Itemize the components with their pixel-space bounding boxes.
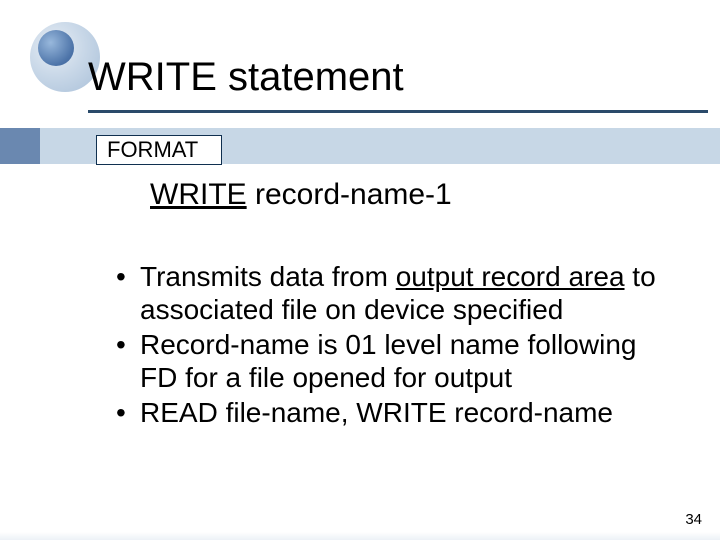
bullet-text-underline: output record area [396,261,625,292]
slide: WRITE statement FORMAT WRITE record-name… [0,0,720,540]
list-item: Transmits data from output record area t… [116,260,680,326]
page-number: 34 [685,511,702,528]
bullet-text-pre: READ file-name, WRITE record-name [140,397,613,428]
footer-gradient [0,532,720,540]
bullet-text-pre: Transmits data from [140,261,396,292]
list-item: Record-name is 01 level name following F… [116,328,680,394]
bullet-text-pre: Record-name is 01 level name following F… [140,329,636,393]
syntax-line: WRITE record-name-1 [150,178,452,212]
slide-title: WRITE statement [88,55,404,100]
format-label-box: FORMAT [96,135,222,165]
syntax-keyword: WRITE [150,178,247,211]
title-underline [88,110,708,113]
list-item: READ file-name, WRITE record-name [116,396,680,429]
syntax-rest: record-name-1 [247,178,452,211]
format-label: FORMAT [107,137,198,163]
bullet-list: Transmits data from output record area t… [116,260,680,431]
header-band-accent [0,128,40,164]
